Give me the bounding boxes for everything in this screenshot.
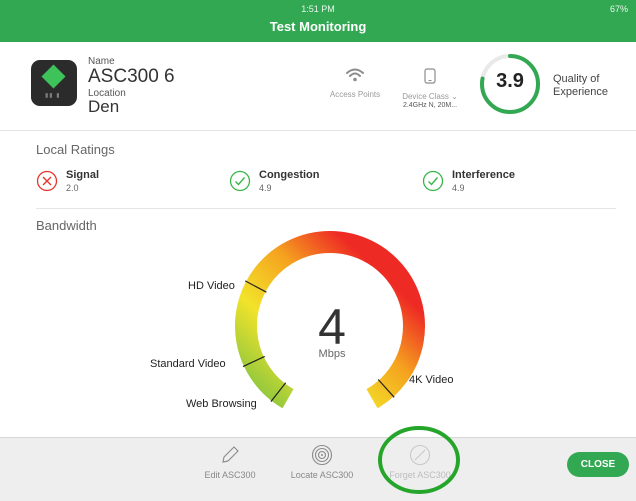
target-icon <box>311 444 333 466</box>
edit-button[interactable]: Edit ASC300 <box>198 444 262 480</box>
edit-button-label: Edit ASC300 <box>204 470 256 480</box>
locate-button-label: Locate ASC300 <box>290 470 354 480</box>
bottom-toolbar: Edit ASC300 Locate ASC300 Forget ASC300 … <box>0 437 636 501</box>
tier-label-4k-video: 4K Video <box>409 374 454 386</box>
bandwidth-gauge <box>235 230 425 409</box>
pencil-icon <box>222 446 239 463</box>
locate-button[interactable]: Locate ASC300 <box>286 444 358 480</box>
highlight-circle <box>378 426 460 494</box>
tier-label-standard-video: Standard Video <box>150 358 226 370</box>
tier-label-hd-video: HD Video <box>188 280 235 292</box>
bandwidth-unit: Mbps <box>318 348 346 360</box>
tier-label-web-browsing: Web Browsing <box>186 398 257 410</box>
close-button[interactable]: CLOSE <box>567 452 629 477</box>
